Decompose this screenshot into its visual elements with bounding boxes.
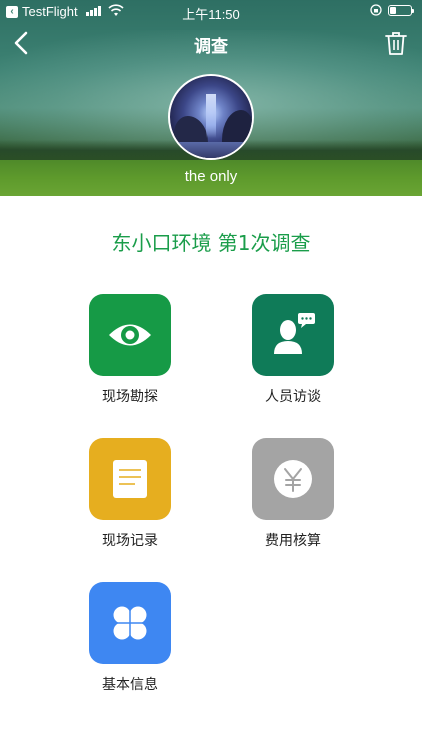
tile-label: 人员访谈: [265, 389, 321, 405]
tile-label: 现场记录: [102, 533, 158, 549]
tile-interview[interactable]: 人员访谈: [233, 294, 353, 406]
note-icon: [113, 460, 147, 498]
rotation-lock-icon: [370, 4, 382, 16]
tile-icon-box: [89, 294, 171, 376]
eye-icon: [109, 324, 151, 346]
page-title: 调查: [194, 37, 228, 57]
tile-label: 基本信息: [102, 677, 158, 693]
tile-basic-info[interactable]: 基本信息: [70, 582, 190, 694]
trash-icon[interactable]: [384, 30, 408, 56]
tile-icon-box: [89, 582, 171, 664]
tile-icon-box: [252, 294, 334, 376]
status-bar: ‹ TestFlight 上午11:50: [0, 0, 422, 22]
clover-icon: [113, 606, 147, 640]
avatar[interactable]: [168, 74, 254, 160]
yen-icon: [274, 460, 312, 498]
tile-label: 费用核算: [265, 533, 321, 549]
person-chat-icon: [274, 313, 315, 354]
battery-icon: [388, 5, 414, 16]
tile-label: 现场勘探: [102, 389, 158, 405]
survey-title: 东小口环境 第1次调查: [111, 231, 311, 255]
tile-icon-box: [89, 438, 171, 520]
tile-site-survey[interactable]: 现场勘探: [70, 294, 190, 406]
clock: 上午11:50: [182, 7, 240, 22]
username: the only: [184, 168, 238, 185]
tile-site-record[interactable]: 现场记录: [70, 438, 190, 550]
tile-cost-accounting[interactable]: 费用核算: [233, 438, 353, 550]
tile-icon-box: [252, 438, 334, 520]
